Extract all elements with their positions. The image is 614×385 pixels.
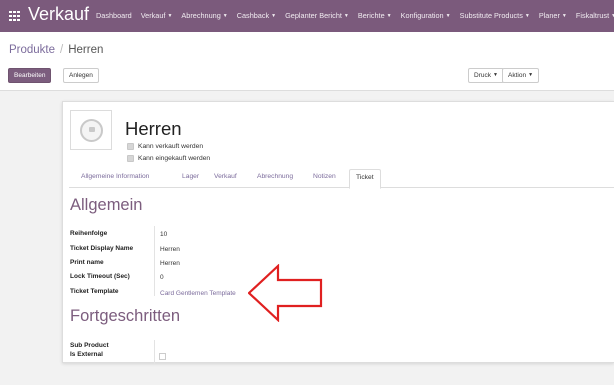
nav-item-dashboard[interactable]: Dashboard [96, 11, 132, 20]
apps-grid-icon[interactable] [9, 11, 20, 21]
breadcrumb-current: Herren [68, 44, 104, 56]
product-image[interactable] [70, 110, 112, 150]
nav-item-geplanter-bericht[interactable]: Geplanter Bericht ▼ [285, 11, 349, 20]
app-title[interactable]: Verkauf [28, 4, 89, 25]
field-value-print-name: Herren [160, 260, 180, 267]
tab-notizen[interactable]: Notizen [313, 173, 336, 180]
is-external-checkbox[interactable] [159, 353, 166, 360]
print-dropdown-button[interactable]: Druck ▼ [468, 68, 504, 83]
caret-down-icon: ▼ [561, 13, 567, 19]
tab-ticket[interactable]: Ticket [349, 169, 381, 189]
caret-down-icon: ▼ [528, 72, 534, 78]
product-name: Herren [125, 118, 182, 139]
form-view: Herren Kann verkauft werden Kann eingeka… [0, 91, 614, 385]
can-be-sold-checkbox-row: Kann verkauft werden [127, 143, 203, 150]
create-button[interactable]: Anlegen [63, 68, 99, 83]
notebook-tabs: Allgemeine Information Lager Verkauf Abr… [69, 169, 614, 189]
tab-abrechnung[interactable]: Abrechnung [257, 173, 293, 180]
top-navbar: Verkauf Dashboard Verkauf ▼ Abrechnung ▼ C… [0, 0, 614, 32]
nav-item-cashback[interactable]: Cashback ▼ [237, 11, 276, 20]
field-separator [154, 226, 155, 296]
field-label-is-external: Is External [70, 351, 103, 358]
red-arrow-annotation [248, 264, 323, 322]
control-panel: Produkte / Herren Bearbeiten Anlegen Druck… [0, 32, 614, 91]
section-title-general: Allgemein [70, 196, 143, 214]
field-value-ticket-display-name: Herren [160, 246, 180, 253]
nav-item-berichte[interactable]: Berichte ▼ [358, 11, 392, 20]
section-title-advanced: Fortgeschritten [70, 307, 181, 325]
tab-verkauf[interactable]: Verkauf [214, 173, 237, 180]
form-sheet: Herren Kann verkauft werden Kann eingeka… [62, 101, 614, 364]
can-be-purchased-label: Kann eingekauft werden [138, 155, 211, 162]
can-be-sold-label: Kann verkauft werden [138, 143, 204, 150]
caret-down-icon: ▼ [524, 13, 530, 19]
caret-down-icon: ▼ [386, 13, 392, 19]
caret-down-icon: ▼ [167, 13, 173, 19]
caret-down-icon: ▼ [222, 13, 228, 19]
nav-item-abrechnung[interactable]: Abrechnung ▼ [181, 11, 227, 20]
main-menu: Dashboard Verkauf ▼ Abrechnung ▼ Cashback ▼… [96, 11, 614, 20]
nav-item-konfiguration[interactable]: Konfiguration ▼ [401, 11, 451, 20]
action-dropdown-button[interactable]: Aktion ▼ [502, 68, 540, 83]
breadcrumb: Produkte / Herren [9, 44, 103, 56]
field-label-sub-product: Sub Product [70, 342, 109, 349]
nav-item-planer[interactable]: Planer ▼ [539, 11, 567, 20]
field-label-print-name: Print name [70, 259, 104, 266]
nav-item-substitute-products[interactable]: Substitute Products ▼ [460, 11, 530, 20]
breadcrumb-separator: / [60, 44, 64, 56]
field-separator [154, 340, 155, 364]
tab-lager[interactable]: Lager [182, 173, 199, 180]
field-label-lock-timeout: Lock Timeout (Sec) [70, 273, 130, 280]
field-value-reihenfolge: 10 [160, 231, 168, 238]
nav-item-fiskaltrust[interactable]: Fiskaltrust ▼ [576, 11, 614, 20]
caret-down-icon: ▼ [271, 13, 277, 19]
breadcrumb-parent-link[interactable]: Produkte [9, 44, 55, 56]
caret-down-icon: ▼ [492, 72, 498, 78]
ticket-template-link[interactable]: Card Gentlemen Template [160, 290, 236, 297]
can-be-sold-checkbox[interactable] [127, 143, 134, 150]
tab-allgemeine-information[interactable]: Allgemeine Information [81, 173, 149, 180]
camera-placeholder-icon [80, 119, 103, 142]
field-value-lock-timeout: 0 [160, 274, 164, 281]
caret-down-icon: ▼ [445, 13, 451, 19]
field-label-reihenfolge: Reihenfolge [70, 230, 108, 237]
can-be-purchased-checkbox-row: Kann eingekauft werden [127, 155, 210, 162]
can-be-purchased-checkbox[interactable] [127, 155, 134, 162]
field-label-ticket-display-name: Ticket Display Name [70, 245, 134, 252]
caret-down-icon: ▼ [343, 13, 349, 19]
field-label-ticket-template: Ticket Template [70, 288, 119, 295]
nav-item-verkauf[interactable]: Verkauf ▼ [141, 11, 173, 20]
edit-button[interactable]: Bearbeiten [8, 68, 52, 83]
